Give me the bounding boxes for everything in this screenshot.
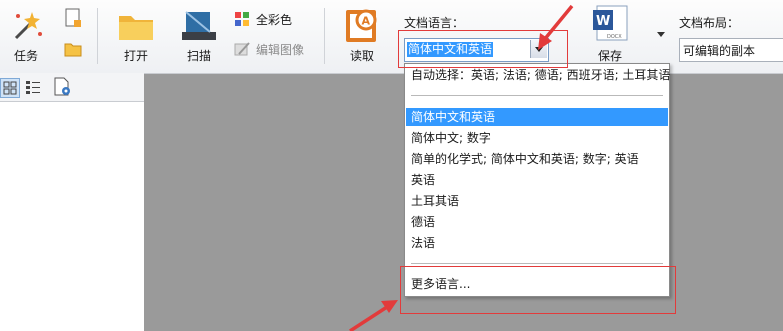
open-folder-small-icon[interactable] — [64, 40, 82, 58]
page-settings-button[interactable] — [52, 77, 72, 97]
task-label: 任务 — [14, 49, 39, 63]
new-page-icon[interactable] — [64, 8, 82, 28]
scanner-icon — [182, 11, 216, 40]
scan-label: 扫描 — [187, 49, 212, 63]
color-squares-icon — [235, 12, 249, 26]
edit-image-icon — [234, 42, 250, 56]
scan-button[interactable]: 扫描 — [178, 6, 220, 66]
read-label: 读取 — [350, 49, 375, 63]
read-button[interactable]: A 读取 — [342, 6, 384, 66]
doc-language-label: 文档语言： — [404, 16, 465, 30]
grid-view-icon — [3, 81, 17, 95]
chevron-down-icon — [657, 32, 665, 37]
docx-icon-text: DOCX — [607, 34, 622, 40]
language-dropdown-list: 自动选择：英语; 法语; 德语; 西班牙语; 土耳其语 简体中文和英语 简体中文… — [404, 63, 670, 297]
toolbar-separator — [97, 8, 98, 64]
edit-image-button[interactable]: 编辑图像 — [234, 40, 314, 58]
open-label: 打开 — [124, 49, 149, 63]
task-button[interactable]: 任务 — [6, 6, 46, 66]
full-color-label: 全彩色 — [256, 13, 293, 27]
thumbnail-view-button[interactable] — [0, 78, 20, 98]
folder-icon — [119, 16, 153, 40]
svg-text:A: A — [362, 15, 371, 28]
magic-wand-icon — [14, 12, 42, 40]
language-option[interactable]: 德语 — [411, 213, 435, 231]
annotation-box-more-languages — [400, 266, 676, 314]
language-option[interactable]: 英语 — [411, 171, 435, 189]
language-option[interactable]: 简体中文; 数字 — [411, 129, 491, 147]
doc-layout-select[interactable]: 可编辑的副本 — [679, 38, 783, 62]
word-document-icon: W DOCX — [593, 5, 628, 41]
open-button[interactable]: 打开 — [116, 6, 156, 66]
page-settings-icon — [54, 77, 70, 96]
language-option[interactable]: 法语 — [411, 234, 435, 252]
save-options-dropdown[interactable] — [655, 28, 667, 38]
doc-layout-value: 可编辑的副本 — [683, 44, 756, 58]
list-view-icon — [26, 81, 40, 94]
dropdown-divider — [411, 263, 663, 264]
pages-pane[interactable] — [0, 102, 144, 331]
view-toolbar — [0, 73, 144, 102]
language-option[interactable]: 简体中文和英语 — [406, 108, 668, 126]
annotation-box-language-select — [398, 30, 568, 68]
edit-image-label: 编辑图像 — [256, 43, 305, 57]
details-view-button[interactable] — [24, 78, 42, 96]
doc-layout-label: 文档布局： — [679, 16, 740, 30]
annotation-arrow-bottom — [349, 300, 398, 331]
language-option[interactable]: 土耳其语 — [411, 192, 459, 210]
language-option[interactable]: 简单的化学式; 简体中文和英语; 数字; 英语 — [411, 150, 639, 168]
toolbar-separator — [324, 8, 325, 64]
svg-text:W: W — [596, 14, 610, 29]
full-color-button[interactable]: 全彩色 — [234, 10, 304, 28]
read-document-icon: A — [346, 9, 377, 42]
save-label: 保存 — [598, 49, 623, 63]
dropdown-divider — [411, 95, 663, 96]
auto-select-option[interactable]: 自动选择：英语; 法语; 德语; 西班牙语; 土耳其语 — [411, 66, 670, 84]
save-button[interactable]: W DOCX 保存 — [588, 4, 634, 66]
